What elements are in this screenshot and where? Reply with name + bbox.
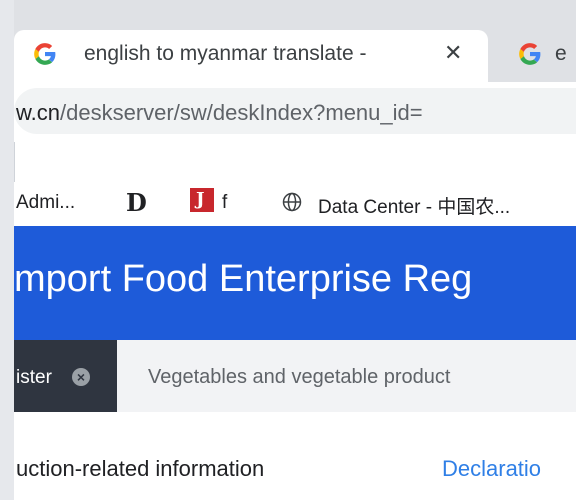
j-logo-icon: J [190,188,214,212]
url-host: w.cn [16,100,61,125]
browser-tab-next[interactable]: e [503,30,576,82]
url-path: /deskserver/sw/deskIndex?menu_id= [60,100,423,125]
google-g-icon [34,43,56,65]
window-left-edge [0,0,15,500]
page-tabs: ister × Vegetables and vegetable product [14,340,576,413]
tab-close-icon[interactable]: ✕ [444,40,462,66]
browser-tab-title: english to myanmar translate - [84,42,367,65]
bookmark-data-center[interactable]: Data Center - 中国农... [318,192,510,219]
bookmark-admin[interactable]: Admi... [16,192,75,214]
bookmark-f[interactable]: f [222,192,227,214]
site-header-banner: mport Food Enterprise Reg [14,226,576,340]
site-title: mport Food Enterprise Reg [14,258,473,300]
address-bar-row: w.cn/deskserver/sw/deskIndex?menu_id= [14,82,576,142]
tab-register[interactable]: ister × [14,340,117,412]
tab-register-label: ister [16,367,52,388]
content-section: uction-related information Declaratio [14,412,576,500]
globe-icon [282,192,302,212]
browser-tab-next-title: e [555,42,567,65]
close-icon[interactable]: × [72,368,90,386]
url-text: w.cn/deskserver/sw/deskIndex?menu_id= [16,100,423,126]
address-bar[interactable]: w.cn/deskserver/sw/deskIndex?menu_id= [14,88,576,134]
bookmarks-bar: Admi... D J f Data Center - 中国农... [14,182,576,227]
section-title: uction-related information [16,456,265,481]
google-g-icon [519,43,541,65]
tab-vegetables[interactable]: Vegetables and vegetable product [148,366,450,389]
d-icon[interactable]: D [126,188,147,217]
declaration-link[interactable]: Declaratio [442,456,541,482]
